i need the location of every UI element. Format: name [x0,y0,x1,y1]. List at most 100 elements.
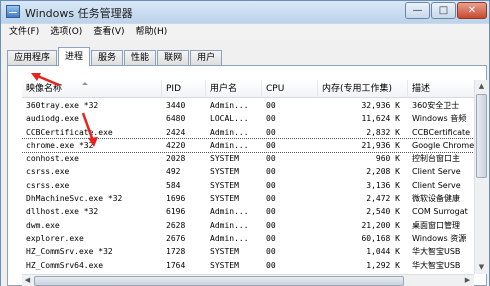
title-bar[interactable]: Windows 任务管理器 — □ ✕ [1,1,489,23]
process-name: HZ_CommSrv64.exe [26,260,104,270]
process-memory: 960 K [375,154,400,164]
column-header-name-label: 映像名称 [26,84,63,94]
process-row[interactable]: csrss.exe 492 SYSTEM 00 2,208 K Client Serve [22,165,474,178]
process-cpu: 00 [266,114,276,124]
process-description: Client Serve [412,167,461,177]
column-header-pid[interactable]: PID [162,80,206,98]
process-memory: 1,044 K [366,247,400,257]
process-pid: 2676 [166,233,186,243]
process-pid: 1764 [166,260,186,270]
process-cpu: 00 [266,180,276,190]
process-row[interactable]: audiodg.exe 6480 LOCAL... 00 11,624 K Windows… [22,112,474,125]
tab-users[interactable]: 用户 [190,50,223,66]
process-pid: 1728 [166,247,186,257]
process-row[interactable]: conhost.exe 2028 SYSTEM 00 960 K 控制台窗口主 [22,152,474,165]
process-memory: 11,624 K [361,114,400,124]
process-user: Admin... [210,233,249,243]
process-user: SYSTEM [210,260,239,270]
process-name: DhMachineSvc.exe *32 [26,194,123,204]
process-description: Windows 资源 [412,233,467,243]
horizontal-scroll-thumb[interactable] [34,276,404,286]
process-memory: 3,136 K [366,180,400,190]
process-cpu: 00 [266,194,276,204]
process-cpu: 00 [266,154,276,164]
process-pid: 4220 [166,140,186,150]
process-description: Client Serve [412,180,461,190]
process-row[interactable]: DhMachineSvc.exe *32 1696 SYSTEM 00 2,472 K 微… [22,192,474,205]
process-pid: 492 [166,167,181,177]
process-user: SYSTEM [210,167,239,177]
process-row[interactable]: CCBCertificate.exe 2424 Admin... 00 2,832 K C… [22,126,474,139]
vertical-scroll-thumb[interactable] [476,94,487,178]
tab-services[interactable]: 服务 [91,50,124,66]
process-description: 桌面窗口管理 [412,220,460,230]
process-memory: 2,832 K [366,127,400,137]
process-name: HZ_CommSrv.exe *32 [26,247,113,257]
process-row[interactable]: 360tray.exe *32 3440 Admin... 00 32,936 K 360… [22,99,474,112]
process-row[interactable]: chrome.exe *32 4220 Admin... 00 21,936 K Goog… [22,137,474,154]
tab-processes[interactable]: 进程 [58,47,91,66]
process-pid: 2424 [166,127,186,137]
process-list: 360tray.exe *32 3440 Admin... 00 32,936 K 360… [22,99,474,286]
process-memory: 1,292 K [366,260,400,270]
process-name: dllhost.exe *32 [26,207,99,217]
close-button[interactable]: ✕ [457,2,487,19]
tab-performance[interactable]: 性能 [124,50,157,66]
menu-view[interactable]: 查看(V) [89,24,128,40]
process-row[interactable]: dwm.exe 2628 Admin... 00 21,200 K 桌面窗口管理 [22,219,474,232]
process-description: Google Chrome [412,140,474,150]
column-header-user[interactable]: 用户名 [206,80,262,98]
scroll-right-icon[interactable]: ▶ [462,275,473,286]
menu-bar: 文件(F) 选项(O) 查看(V) 帮助(H) [1,24,489,40]
process-memory: 32,936 K [361,101,400,110]
scroll-up-icon[interactable]: ▲ [476,81,487,92]
process-cpu: 00 [266,260,276,270]
process-row[interactable]: explorer.exe 2676 Admin... 00 60,168 K Window… [22,232,474,245]
menu-options[interactable]: 选项(O) [46,24,86,40]
column-header-name[interactable]: 映像名称 [22,80,162,98]
process-description: 微软设备健康 [412,194,460,204]
tab-applications[interactable]: 应用程序 [7,50,58,66]
process-pid: 2028 [166,154,186,164]
process-pid: 3440 [166,101,186,110]
column-header-memory[interactable]: 内存(专用工作集) [318,80,408,98]
menu-help[interactable]: 帮助(H) [132,24,172,40]
column-header-cpu[interactable]: CPU [262,80,318,98]
process-user: Admin... [210,101,249,110]
scroll-left-icon[interactable]: ◀ [22,275,33,286]
scroll-down-icon[interactable]: ▼ [476,262,487,273]
process-user: LOCAL... [210,114,249,124]
process-memory: 2,472 K [366,194,400,204]
sort-ascending-icon [82,82,88,85]
vertical-scrollbar[interactable]: ▲ ▼ [474,80,487,274]
process-user: SYSTEM [210,247,239,257]
process-cpu: 00 [266,247,276,257]
process-row[interactable]: HZ_CommSrv64.exe 1764 SYSTEM 00 1,292 K 华大智宝U… [22,259,474,272]
process-row[interactable]: HZ_CommSrv.exe *32 1728 SYSTEM 00 1,044 K 华大智… [22,245,474,258]
column-header-row: 映像名称 PID 用户名 CPU 内存(专用工作集) 描述 [22,80,474,98]
process-row[interactable]: csrss.exe 584 SYSTEM 00 3,136 K Client Serve [22,179,474,192]
horizontal-scrollbar[interactable]: ◀ ▶ [22,274,474,286]
window-title: Windows 任务管理器 [25,7,133,20]
maximize-button[interactable]: □ [431,2,456,19]
tab-strip: 应用程序 进程 服务 性能 联网 用户 [7,47,223,66]
menu-file[interactable]: 文件(F) [5,24,43,40]
process-pid: 6196 [166,207,186,217]
process-cpu: 00 [266,167,276,177]
process-user: SYSTEM [210,194,239,204]
process-row[interactable]: dllhost.exe *32 6196 Admin... 00 2,540 K COM … [22,205,474,218]
process-cpu: 00 [266,127,276,137]
task-manager-window: Windows 任务管理器 — □ ✕ 文件(F) 选项(O) 查看(V) 帮助… [0,0,490,286]
process-cpu: 00 [266,233,276,243]
process-name: 360tray.exe *32 [26,101,99,110]
process-cpu: 00 [266,220,276,230]
process-memory: 2,540 K [366,207,400,217]
column-header-description[interactable]: 描述 [408,80,474,98]
process-cpu: 00 [266,207,276,217]
process-name: csrss.exe [26,167,70,177]
minimize-button[interactable]: — [405,2,430,19]
processes-panel: 映像名称 PID 用户名 CPU 内存(专用工作集) 描述 360tray.ex… [7,65,487,286]
process-pid: 6480 [166,114,186,124]
process-description: 华大智宝USB [412,247,461,257]
tab-networking[interactable]: 联网 [157,50,190,66]
